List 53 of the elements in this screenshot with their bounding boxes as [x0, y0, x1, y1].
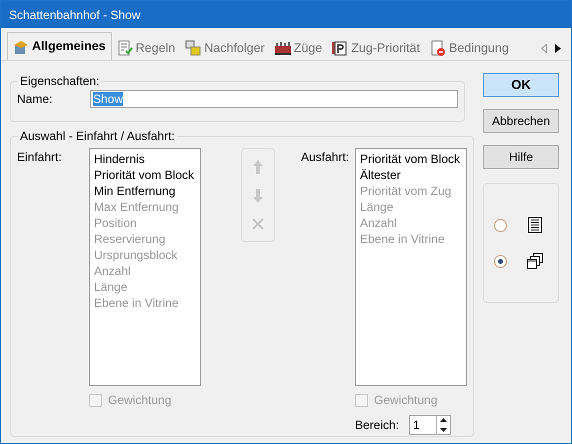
group-title: Auswahl - Einfahrt / Ausfahrt:: [19, 128, 176, 145]
squares-icon: [185, 40, 202, 56]
list-icon: [527, 217, 543, 233]
list-item[interactable]: Anzahl: [94, 263, 196, 279]
list-item[interactable]: Ältester: [360, 167, 462, 183]
group-title: Eigenschaften:: [19, 73, 100, 90]
name-field[interactable]: Show: [90, 90, 458, 108]
list-item[interactable]: Länge: [94, 279, 196, 295]
list-item[interactable]: Priorität vom Block: [360, 151, 462, 167]
list-item[interactable]: Hindernis: [94, 151, 196, 167]
list-box[interactable]: Hindernis Priorität vom Block Min Entfernung Max Entfernung Position Reservierung Ursprungsblock Anzahl Länge Ebene in Vitrine: [89, 148, 201, 386]
radio-button[interactable]: [494, 218, 507, 232]
list-item[interactable]: Länge: [360, 199, 462, 215]
list-item[interactable]: Ebene in Vitrine: [360, 231, 462, 247]
arrow-down-icon[interactable]: [253, 188, 263, 203]
list-item[interactable]: Min Entfernung: [94, 183, 196, 199]
delete-icon[interactable]: [252, 218, 264, 230]
list-item[interactable]: Reservierung: [94, 231, 196, 247]
stacked-windows-icon: [527, 253, 543, 269]
range-spinner[interactable]: 1: [409, 415, 452, 435]
radio-button[interactable]: [494, 254, 507, 268]
train-icon: [274, 40, 291, 56]
list-item[interactable]: Max Entfernung: [94, 199, 196, 215]
document-stop-icon: [430, 40, 446, 56]
list-box[interactable]: Priorität vom Block Ältester Priorität vom Zug Länge Anzahl Ebene in Vitrine: [355, 148, 467, 386]
tab[interactable]: Zug-Priorität: [327, 36, 425, 60]
list-label: Einfahrt:: [17, 149, 63, 166]
list-item[interactable]: Position: [94, 215, 196, 231]
dialog-button[interactable]: OK: [483, 73, 559, 97]
arrow-up-icon[interactable]: [253, 160, 263, 174]
document-check-icon: [116, 40, 133, 56]
field-label: Bereich:: [355, 417, 400, 434]
cap-icon: [13, 38, 29, 54]
dialog-button[interactable]: Hilfe: [483, 145, 559, 169]
scroll-right-icon[interactable]: [555, 44, 561, 52]
list-item[interactable]: Priorität vom Zug: [360, 183, 462, 199]
dialog-button[interactable]: Abbrechen: [483, 109, 559, 133]
scroll-left-icon[interactable]: [541, 44, 547, 52]
tab[interactable]: Züge: [270, 36, 328, 60]
checkbox-label: Gewichtung: [374, 392, 438, 409]
list-item[interactable]: Anzahl: [360, 215, 462, 231]
list-item[interactable]: Ebene in Vitrine: [94, 295, 196, 311]
list-item[interactable]: Ursprungsblock: [94, 247, 196, 263]
list-item[interactable]: Priorität vom Block: [94, 167, 196, 183]
window-title: Schattenbahnhof - Show: [9, 6, 140, 24]
field-label: Name:: [17, 91, 54, 108]
tab[interactable]: Allgemeines: [7, 32, 112, 60]
checkbox-label: Gewichtung: [108, 392, 172, 409]
tab[interactable]: Regeln: [112, 36, 180, 60]
tab[interactable]: Bedingung: [425, 36, 514, 60]
tab[interactable]: Nachfolger: [180, 36, 270, 60]
list-label: Ausfahrt:: [301, 149, 350, 166]
parking-sign-icon: [332, 40, 348, 56]
